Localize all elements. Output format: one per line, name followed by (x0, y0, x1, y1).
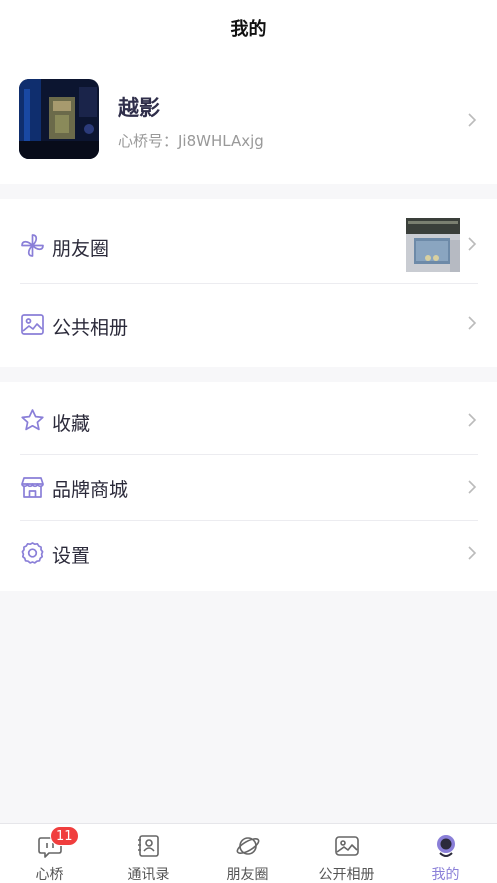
menu-item-label: 公共相册 (52, 317, 129, 339)
bottom-tab-bar: 11 心桥 通讯录 朋友圈 公开相册 我的 (0, 823, 497, 883)
gear-icon (20, 541, 45, 566)
tab-label: 我的 (431, 867, 460, 883)
profile-card[interactable]: 越影 心桥号：Ji8WHLAxjg (0, 56, 497, 184)
menu-item-settings[interactable]: 设置 (0, 521, 497, 591)
menu-item-public-album[interactable]: 公共相册 (0, 284, 497, 367)
menu-item-brand-store[interactable]: 品牌商城 (0, 455, 497, 520)
tab-label: 公开相册 (318, 867, 375, 883)
pinwheel-icon (20, 233, 45, 258)
unread-badge: 11 (50, 826, 79, 846)
chevron-right-icon (467, 316, 477, 330)
store-icon (20, 475, 45, 500)
menu-item-label: 品牌商城 (52, 479, 129, 501)
tab-moments[interactable]: 朋友圈 (198, 824, 297, 883)
planet-icon (235, 833, 261, 859)
tab-label: 心桥 (35, 867, 64, 883)
tab-label: 朋友圈 (226, 867, 269, 883)
contacts-icon (136, 833, 162, 859)
profile-name: 越影 (118, 96, 160, 120)
tab-contacts[interactable]: 通讯录 (99, 824, 198, 883)
chevron-right-icon (467, 480, 477, 494)
album-icon (334, 833, 360, 859)
avatar[interactable] (19, 79, 99, 159)
tab-label: 通讯录 (127, 867, 170, 883)
menu-group-personal: 收藏 品牌商城 设置 (0, 382, 497, 591)
tab-xinqiao[interactable]: 11 心桥 (0, 824, 99, 883)
chevron-right-icon (467, 546, 477, 560)
menu-item-label: 收藏 (52, 413, 91, 435)
menu-group-social: 朋友圈 公共相册 (0, 199, 497, 367)
image-icon (20, 312, 45, 337)
page-title: 我的 (230, 19, 267, 40)
moments-thumbnail (406, 218, 460, 272)
tab-me[interactable]: 我的 (396, 824, 495, 883)
chevron-right-icon (467, 237, 477, 251)
profile-id: 心桥号：Ji8WHLAxjg (118, 132, 264, 150)
top-bar: 我的 (0, 0, 497, 56)
profile-icon (433, 833, 459, 859)
menu-item-label: 设置 (52, 545, 91, 567)
star-icon (20, 408, 45, 433)
chevron-right-icon (467, 113, 477, 127)
menu-item-moments[interactable]: 朋友圈 (0, 199, 497, 283)
menu-item-label: 朋友圈 (52, 238, 110, 260)
menu-item-favorites[interactable]: 收藏 (0, 382, 497, 454)
tab-public-album[interactable]: 公开相册 (297, 824, 396, 883)
chevron-right-icon (467, 413, 477, 427)
